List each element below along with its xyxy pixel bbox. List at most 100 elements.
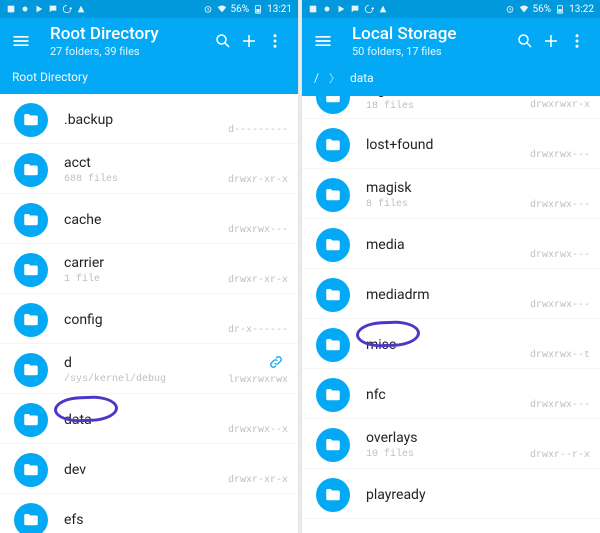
app-bar: Root Directory 27 folders, 39 files [0,18,298,64]
plus-icon [240,32,258,50]
menu-button[interactable] [312,31,334,51]
breadcrumb-data[interactable]: data [350,71,374,85]
folder-meta: 8 files [366,199,530,210]
folder-icon [316,278,350,312]
overflow-button[interactable] [262,32,288,50]
folder-permissions: d--------- [228,125,288,139]
folder-row[interactable]: miscdrwxrwx--t [302,319,600,369]
folder-row[interactable]: d/sys/kernel/debuglrwxrwxrwx [0,344,298,394]
alarm-icon [505,4,515,14]
clock-text: 13:21 [267,4,292,15]
search-button[interactable] [210,32,236,50]
status-bar: 56% 13:22 [302,0,600,18]
phone-right: 56% 13:22 Local Storage 50 folders, 17 f… [302,0,600,533]
status-sync-icon [62,4,72,14]
hamburger-icon [11,31,31,51]
status-app-icon [308,4,318,14]
folder-icon [14,403,48,437]
folder-row[interactable]: acct 688 filesdrwxr-xr-x [0,144,298,194]
appbar-title: Local Storage [352,24,512,44]
folder-permissions: drwxrwx--- [530,200,590,214]
folder-row[interactable]: mediadrwxrwx--- [302,219,600,269]
folder-permissions: drwxrwx--- [530,400,590,414]
folder-name: mediadrm [366,287,530,303]
folder-name: lost+found [366,137,530,153]
overflow-button[interactable] [564,32,590,50]
battery-icon [555,4,565,14]
search-button[interactable] [512,32,538,50]
folder-meta: 18 files [366,101,530,112]
folder-row[interactable]: nfcdrwxrwx--- [302,369,600,419]
folder-row[interactable]: magisk8 filesdrwxrwx--- [302,169,600,219]
wifi-icon [519,4,529,14]
folder-name: carrier [64,255,228,271]
folder-row[interactable]: datadrwxrwx--x [0,394,298,444]
folder-row[interactable]: mediadrmdrwxrwx--- [302,269,600,319]
file-list[interactable]: .backupd---------acct688 filesdrwxr-xr-x… [0,94,298,533]
add-button[interactable] [236,32,262,50]
folder-row[interactable]: log18 filesdrwxrwxr-x [302,96,600,119]
folder-permissions: drwxrwx--- [530,300,590,314]
folder-row[interactable]: cachedrwxrwx--- [0,194,298,244]
folder-permissions: drwxr-xr-x [228,475,288,489]
status-dot-icon [20,4,30,14]
folder-row[interactable]: lost+founddrwxrwx--- [302,119,600,169]
folder-row[interactable]: configdr-x------ [0,294,298,344]
folder-name: d [64,355,228,371]
folder-icon [14,253,48,287]
folder-meta: 688 files [64,174,228,185]
folder-row[interactable]: carrier1 filedrwxr-xr-x [0,244,298,294]
folder-row[interactable]: playready [302,469,600,519]
breadcrumb-bar[interactable]: Root Directory [0,64,298,94]
folder-icon [316,228,350,262]
folder-name: media [366,237,530,253]
folder-icon [14,153,48,187]
battery-text: 56% [231,4,250,15]
folder-name: efs [64,512,288,528]
folder-row[interactable]: efs [0,494,298,533]
folder-permissions: drwxrwxr-x [530,100,590,114]
wifi-icon [217,4,227,14]
folder-name: data [64,412,228,428]
folder-icon [14,203,48,237]
more-vert-icon [568,32,586,50]
folder-name: misc [366,337,530,353]
appbar-subtitle: 50 folders, 17 files [352,45,512,58]
breadcrumb-root[interactable]: Root Directory [12,70,88,84]
status-app-icon [6,4,16,14]
folder-permissions: drwxrwx--t [530,350,590,364]
folder-permissions: drwxrwx--- [530,150,590,164]
battery-icon [253,4,263,14]
phone-left: 56% 13:21 Root Directory 27 folders, 39 … [0,0,298,533]
breadcrumb-bar[interactable]: / 〉 data [302,64,600,96]
folder-icon [316,178,350,212]
appbar-title: Root Directory [50,24,210,44]
status-play-icon [336,4,346,14]
folder-icon [316,378,350,412]
folder-name: acct [64,155,228,171]
menu-button[interactable] [10,31,32,51]
more-vert-icon [266,32,284,50]
folder-row[interactable]: devdrwxr-xr-x [0,444,298,494]
folder-permissions: drwxr-xr-x [228,175,288,189]
folder-permissions: drwxrwx--- [530,250,590,264]
breadcrumb-root[interactable]: / [314,71,319,85]
status-bar: 56% 13:21 [0,0,298,18]
folder-row[interactable]: overlays10 filesdrwxr--r-x [302,419,600,469]
folder-icon [316,478,350,512]
battery-text: 56% [533,4,552,15]
symlink-icon [268,354,284,374]
add-button[interactable] [538,32,564,50]
folder-name: .backup [64,112,228,128]
folder-icon [14,103,48,137]
file-list[interactable]: log18 filesdrwxrwxr-xlost+founddrwxrwx--… [302,96,600,533]
folder-name: overlays [366,430,530,446]
folder-meta: 1 file [64,274,228,285]
hamburger-icon [313,31,333,51]
folder-permissions: drwxrwx--- [228,225,288,239]
folder-icon [316,96,350,114]
status-chat-icon [48,4,58,14]
status-dot-icon [322,4,332,14]
search-icon [516,32,534,50]
folder-row[interactable]: .backupd--------- [0,94,298,144]
